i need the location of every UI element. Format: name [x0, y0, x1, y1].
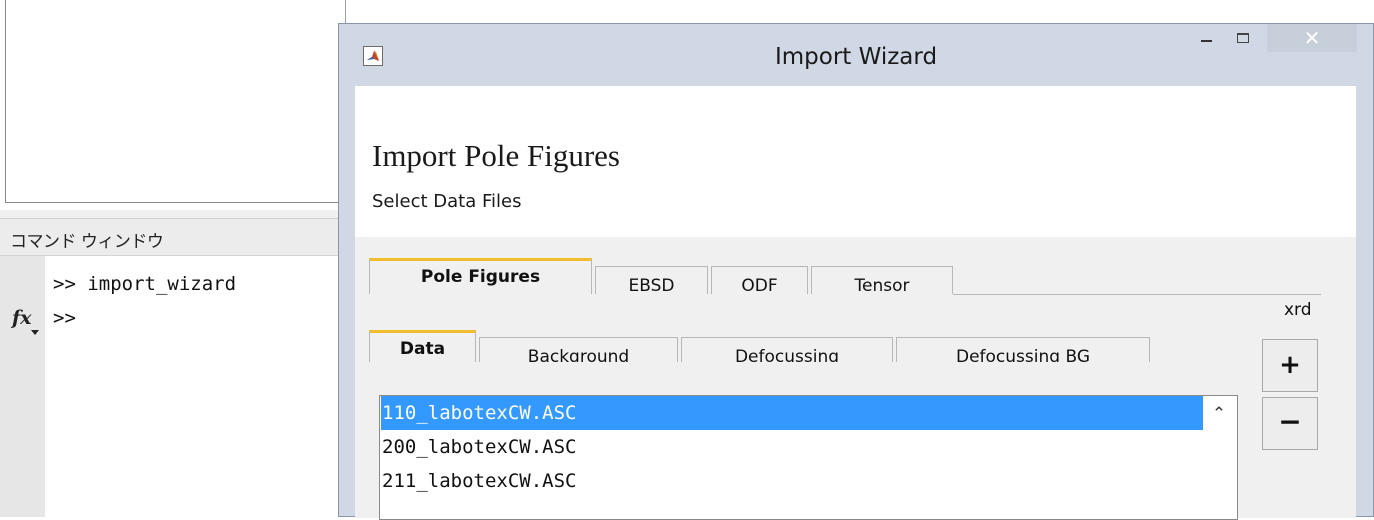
scroll-up-icon[interactable]: ⌃: [1202, 397, 1236, 431]
minimize-button[interactable]: [1195, 30, 1219, 50]
remove-file-button[interactable]: −: [1262, 397, 1318, 450]
subtab-data[interactable]: Data: [369, 330, 476, 362]
subtab-label: Background: [527, 347, 630, 362]
page-title: Import Pole Figures: [372, 138, 620, 173]
add-file-button[interactable]: +: [1262, 339, 1318, 392]
subtab-label: Data: [399, 339, 446, 359]
file-list[interactable]: 110_labotexCW.ASC 200_labotexCW.ASC 211_…: [379, 395, 1238, 520]
wizard-content: Import Pole Figures Select Data Files Po…: [355, 86, 1356, 520]
tab-ebsd[interactable]: EBSD: [595, 266, 708, 294]
tab-label: ODF: [741, 276, 778, 294]
fx-dropdown-icon[interactable]: [31, 330, 39, 335]
tab-pole-figures[interactable]: Pole Figures: [369, 258, 592, 294]
subtab-defocussing[interactable]: Defocussing: [681, 337, 893, 362]
tab-label: EBSD: [628, 276, 675, 294]
subtab-label: Defocussing BG: [956, 347, 1090, 362]
command-window-header: コマンド ウィンドウ: [0, 218, 345, 256]
panel-splitter[interactable]: [0, 210, 345, 218]
maximize-button[interactable]: [1232, 30, 1256, 50]
command-prompt[interactable]: >>: [53, 307, 76, 329]
workspace-panel: [0, 0, 346, 210]
close-button[interactable]: ✕: [1267, 24, 1357, 52]
file-list-item[interactable]: 200_labotexCW.ASC: [381, 430, 1203, 464]
file-list-item[interactable]: 211_labotexCW.ASC: [381, 464, 1203, 498]
file-list-item[interactable]: 110_labotexCW.ASC: [381, 396, 1203, 430]
command-history-line: >> import_wizard: [53, 273, 237, 295]
tab-strip-line: [953, 294, 1321, 295]
command-window-title: コマンド ウィンドウ: [10, 232, 164, 252]
workspace-frame: [5, 0, 344, 203]
tab-label: Tensor: [854, 276, 910, 294]
command-window-gutter: [0, 256, 45, 517]
command-window-body[interactable]: [45, 256, 345, 517]
subtab-defocussing-bg[interactable]: Defocussing BG: [896, 337, 1150, 362]
tab-odf[interactable]: ODF: [711, 266, 808, 294]
tab-label: Pole Figures: [420, 267, 541, 287]
tab-tensor[interactable]: Tensor: [811, 266, 953, 294]
format-label: xrd: [1284, 300, 1312, 320]
subtab-label: Defocussing: [734, 347, 840, 362]
fx-icon[interactable]: fx: [12, 307, 32, 329]
page-subtitle: Select Data Files: [372, 191, 522, 212]
close-icon: ✕: [1303, 26, 1321, 50]
subtab-background[interactable]: Background: [479, 337, 678, 362]
import-wizard-window: Import Wizard ✕ Import Pole Figures Sele…: [338, 23, 1374, 520]
wizard-header: Import Pole Figures Select Data Files: [355, 86, 1356, 237]
window-titlebar[interactable]: Import Wizard ✕: [339, 24, 1373, 86]
